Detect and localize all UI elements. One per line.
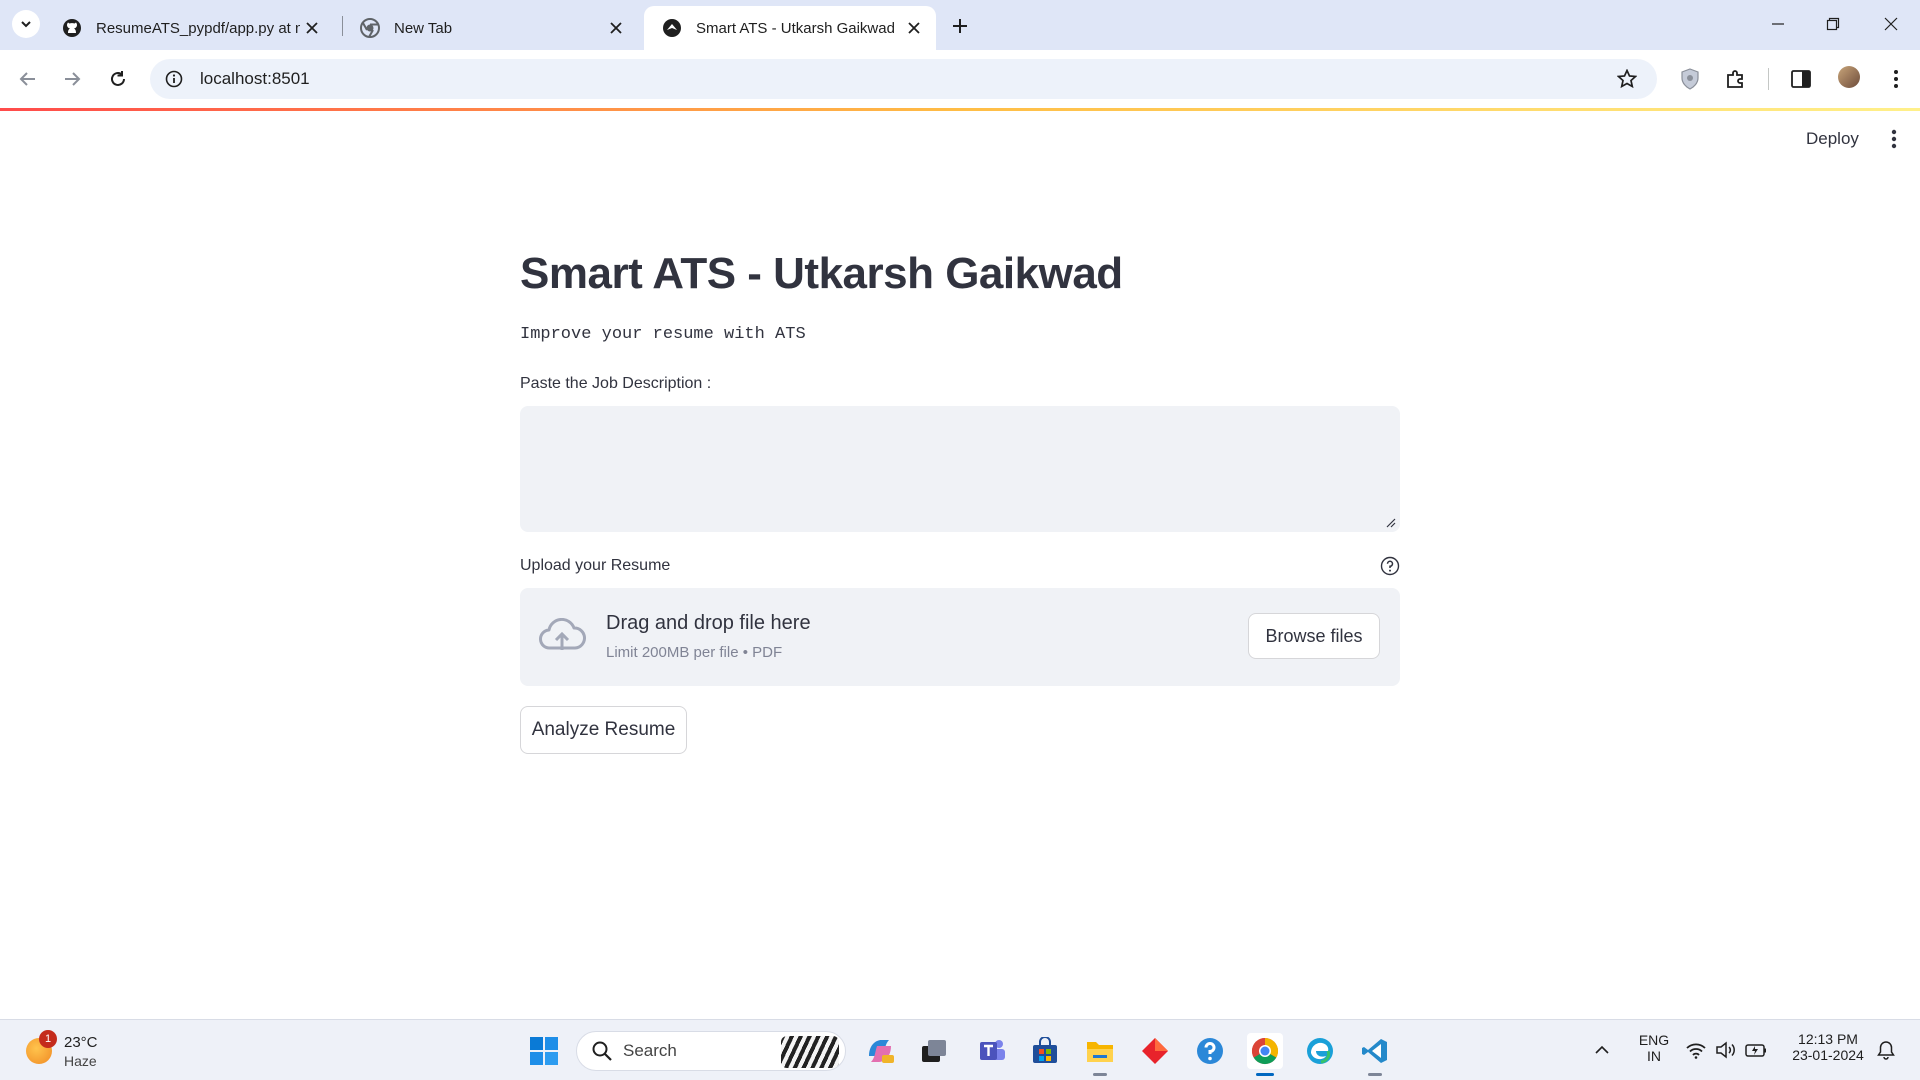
- task-view-icon[interactable]: [916, 1033, 952, 1069]
- chevron-up-icon[interactable]: [1590, 1038, 1614, 1062]
- dropzone-limit-text: Limit 200MB per file • PDF: [606, 644, 783, 661]
- address-bar[interactable]: localhost:8501: [150, 59, 1657, 99]
- windows-taskbar: 1 23°C Haze Search ENG IN 12:13 PM 23-01…: [0, 1019, 1920, 1080]
- shield-extension-icon[interactable]: [1676, 65, 1704, 93]
- analyze-resume-button[interactable]: Analyze Resume: [520, 706, 687, 754]
- microsoft-store-icon[interactable]: [1027, 1033, 1063, 1069]
- job-description-input[interactable]: [520, 406, 1400, 532]
- page-title: Smart ATS - Utkarsh Gaikwad: [520, 249, 1123, 298]
- profile-avatar[interactable]: [1838, 66, 1860, 88]
- tab-title: New Tab: [394, 19, 453, 37]
- dropzone-title: Drag and drop file here: [606, 612, 811, 634]
- search-label: Search: [623, 1041, 677, 1060]
- windows-logo-icon: [530, 1037, 558, 1065]
- browser-toolbar: localhost:8501: [0, 50, 1920, 108]
- kebab-menu-icon: [1891, 129, 1897, 149]
- vscode-icon[interactable]: [1357, 1033, 1393, 1076]
- notification-bell-icon[interactable]: [1874, 1038, 1898, 1062]
- forward-button[interactable]: [56, 63, 88, 95]
- weather-widget[interactable]: 1 23°C Haze: [22, 1030, 142, 1072]
- restore-button[interactable]: [1810, 8, 1856, 40]
- weather-condition: Haze: [64, 1053, 97, 1069]
- search-icon: [592, 1041, 612, 1061]
- chrome-menu-icon[interactable]: [1882, 65, 1910, 93]
- help-icon[interactable]: [1380, 556, 1400, 576]
- tab-github[interactable]: ResumeATS_pypdf/app.py at ma: [44, 6, 334, 50]
- back-button[interactable]: [12, 63, 44, 95]
- main-menu-button[interactable]: [1880, 125, 1908, 153]
- deploy-button[interactable]: Deploy: [1796, 123, 1869, 155]
- volume-icon[interactable]: [1714, 1038, 1738, 1062]
- language-line2: IN: [1647, 1048, 1661, 1064]
- side-panel-icon[interactable]: [1787, 65, 1815, 93]
- github-icon: [62, 18, 82, 38]
- language-line1: ENG: [1638, 1032, 1670, 1048]
- get-help-icon[interactable]: [1192, 1033, 1228, 1069]
- arrow-right-icon: [65, 72, 81, 86]
- bookmark-star-icon[interactable]: [1615, 67, 1639, 91]
- arrow-left-icon: [19, 72, 35, 86]
- streamlit-icon: [662, 18, 682, 38]
- app-page: Deploy Smart ATS - Utkarsh Gaikwad Impro…: [0, 111, 1920, 1019]
- teams-icon[interactable]: [974, 1033, 1010, 1069]
- minimize-icon: [1772, 23, 1784, 25]
- clock-date: 23-01-2024: [1792, 1047, 1864, 1063]
- notification-badge: 1: [39, 1030, 57, 1048]
- cloud-upload-icon: [539, 618, 586, 650]
- chrome-icon: [360, 18, 380, 38]
- restore-icon: [1826, 17, 1840, 31]
- browser-tab-strip: ResumeATS_pypdf/app.py at ma New Tab Sma…: [0, 0, 1920, 50]
- plus-icon: [953, 19, 967, 33]
- file-explorer-icon[interactable]: [1082, 1033, 1118, 1076]
- running-indicator: [1368, 1073, 1382, 1076]
- resize-grip-icon[interactable]: [1384, 516, 1396, 528]
- copilot-taskbar-icon[interactable]: [862, 1033, 898, 1069]
- close-icon[interactable]: [300, 16, 324, 40]
- tab-smart-ats[interactable]: Smart ATS - Utkarsh Gaikwad: [644, 6, 936, 50]
- chevron-down-icon: [21, 21, 31, 28]
- app-diamond-icon[interactable]: [1137, 1033, 1173, 1069]
- weather-temperature: 23°C: [64, 1034, 98, 1051]
- toolbar-separator: [1768, 68, 1769, 90]
- close-window-button[interactable]: [1868, 8, 1914, 40]
- clock-time: 12:13 PM: [1798, 1031, 1858, 1047]
- taskbar-search-box[interactable]: Search: [576, 1031, 846, 1071]
- minimize-button[interactable]: [1755, 8, 1801, 40]
- chrome-taskbar-icon[interactable]: [1247, 1033, 1283, 1076]
- close-icon[interactable]: [604, 16, 628, 40]
- job-description-label: Paste the Job Description :: [520, 375, 712, 392]
- reload-icon: [111, 71, 125, 86]
- running-indicator: [1093, 1073, 1107, 1076]
- tab-search-button[interactable]: [12, 10, 40, 38]
- new-tab-button[interactable]: [946, 12, 974, 40]
- language-indicator[interactable]: ENG IN: [1634, 1032, 1674, 1064]
- browse-files-button[interactable]: Browse files: [1248, 613, 1380, 659]
- tab-title: ResumeATS_pypdf/app.py at ma: [96, 19, 300, 37]
- edge-icon[interactable]: [1302, 1033, 1338, 1069]
- upload-resume-label: Upload your Resume: [520, 557, 671, 574]
- reload-button[interactable]: [102, 63, 134, 95]
- extensions-puzzle-icon[interactable]: [1722, 65, 1750, 93]
- site-info-icon[interactable]: [162, 67, 186, 91]
- page-subtitle: Improve your resume with ATS: [520, 325, 806, 344]
- close-icon[interactable]: [902, 16, 926, 40]
- close-icon: [1884, 17, 1898, 31]
- clock[interactable]: 12:13 PM 23-01-2024: [1782, 1031, 1874, 1063]
- file-dropzone[interactable]: Drag and drop file here Limit 200MB per …: [520, 588, 1400, 686]
- battery-icon[interactable]: [1744, 1038, 1768, 1062]
- tab-new-tab[interactable]: New Tab: [342, 6, 638, 50]
- wifi-icon[interactable]: [1684, 1038, 1708, 1062]
- start-button[interactable]: [526, 1033, 562, 1069]
- url-text: localhost:8501: [200, 69, 310, 88]
- tab-title: Smart ATS - Utkarsh Gaikwad: [696, 19, 895, 37]
- search-highlight-image: [781, 1036, 839, 1068]
- running-indicator: [1256, 1073, 1274, 1076]
